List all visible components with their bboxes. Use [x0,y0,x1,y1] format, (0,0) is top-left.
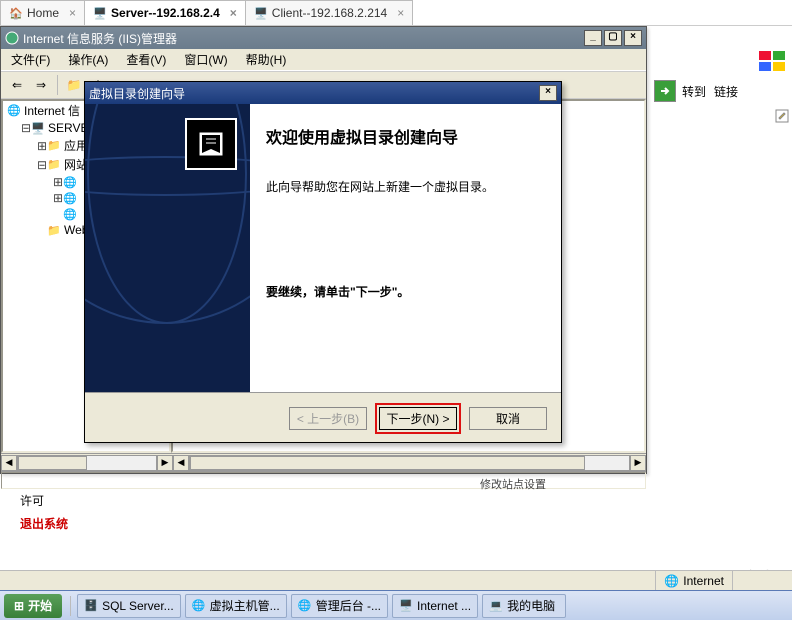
folder-icon: 📁 [47,158,61,172]
tab-label: Home [27,6,59,20]
start-button[interactable]: ⊞ 开始 [4,594,62,618]
wizard-title-text: 虚拟目录创建向导 [89,85,185,102]
folder-icon: 📁 [47,139,61,153]
server-node-icon: 🖥️ [31,121,45,135]
windows-logo-icon: ⊞ [14,599,24,613]
scroll-thumb[interactable] [190,456,585,470]
task-vhost[interactable]: 🌐虚拟主机管... [185,594,287,618]
iis-statusbar [1,471,646,489]
bg-sidebar-links: 许可 退出系统 [20,492,68,538]
windows-taskbar: ⊞ 开始 🗄️SQL Server... 🌐虚拟主机管... 🌐管理后台 -..… [0,590,792,620]
tab-server[interactable]: 🖥️ Server--192.168.2.4 × [85,0,246,25]
wizard-close-button[interactable]: × [539,85,557,101]
browser-tabstrip: 🏠 Home × 🖥️ Server--192.168.2.4 × 🖥️ Cli… [0,0,792,26]
expand-icon[interactable]: ⊞ [53,175,63,189]
client-icon: 🖥️ [254,6,268,20]
book-icon [185,118,237,170]
forward-button[interactable]: ⇒ [31,75,51,95]
links-label: 链接 [710,83,742,100]
globe-icon: 🌐 [63,207,77,221]
scroll-track[interactable] [17,455,157,471]
scroll-right-button[interactable]: ▶ [157,455,173,471]
go-button[interactable] [654,80,676,102]
computer-icon: 💻 [489,599,503,613]
ie-statusbar: 🌐 Internet [0,570,792,590]
wizard-button-row: < 上一步(B) 下一步(N) > 取消 [85,393,561,443]
status-spacer [732,571,792,590]
wizard-description: 此向导帮助您在网站上新建一个虚拟目录。 [266,178,545,197]
h-scrollbar-left: ◀ ▶ ◀ ▶ [1,453,646,471]
iis-menubar: 文件(F) 操作(A) 查看(V) 窗口(W) 帮助(H) [1,49,646,71]
link-exit[interactable]: 退出系统 [20,515,68,532]
menu-view[interactable]: 查看(V) [122,51,170,68]
wizard-content: 欢迎使用虚拟目录创建向导 此向导帮助您在网站上新建一个虚拟目录。 要继续，请单击… [250,104,561,392]
cancel-button[interactable]: 取消 [469,407,547,430]
zone-indicator: 🌐 Internet [655,571,732,590]
expand-icon[interactable]: ⊞ [53,191,63,205]
globe-icon: 🌐 [63,191,77,205]
tab-close-icon[interactable]: × [69,6,76,20]
tab-label: Server--192.168.2.4 [111,6,220,20]
scroll-right-button[interactable]: ▶ [630,455,646,471]
up-button[interactable]: 📁 [64,75,84,95]
iis-icon [5,31,19,45]
iis-title-text: Internet 信息服务 (IIS)管理器 [23,30,177,47]
folder-icon: 📁 [47,223,61,237]
scroll-left-button[interactable]: ◀ [173,455,189,471]
tab-close-icon[interactable]: × [397,6,404,20]
close-button[interactable]: × [624,30,642,46]
ie-icon: 🌐 [192,599,206,613]
iis-titlebar: Internet 信息服务 (IIS)管理器 _ ▢ × [1,27,646,49]
menu-action[interactable]: 操作(A) [64,51,112,68]
separator [70,596,71,616]
scroll-thumb[interactable] [18,456,87,470]
wizard-continue-text: 要继续，请单击"下一步"。 [266,283,545,302]
maximize-button[interactable]: ▢ [604,30,622,46]
server-icon: 🖥️ [93,6,107,20]
ie-icon: 🌐 [298,599,312,613]
scroll-track[interactable] [189,455,630,471]
separator [57,75,58,95]
menu-window[interactable]: 窗口(W) [180,51,231,68]
sql-icon: 🗄️ [84,599,98,613]
wizard-titlebar: 虚拟目录创建向导 × [85,82,561,104]
expand-icon[interactable]: ⊞ [37,139,47,153]
scroll-left-button[interactable]: ◀ [1,455,17,471]
bg-ie-toolbar: 转到 链接 [652,78,792,104]
next-button[interactable]: 下一步(N) > [379,407,457,430]
back-button[interactable]: ⇐ [7,75,27,95]
tab-client[interactable]: 🖥️ Client--192.168.2.214 × [246,0,413,25]
minimize-button[interactable]: _ [584,30,602,46]
windows-flag-icon [758,50,788,74]
edit-icon[interactable] [774,108,790,124]
menu-file[interactable]: 文件(F) [7,51,54,68]
wizard-banner [85,104,250,392]
task-iis[interactable]: 🖥️Internet ... [392,594,478,618]
internet-zone-icon: 🌐 [664,574,679,588]
collapse-icon[interactable]: ⊟ [37,158,47,172]
task-admin[interactable]: 🌐管理后台 -... [291,594,388,618]
tab-close-icon[interactable]: × [230,6,237,20]
tab-label: Client--192.168.2.214 [272,6,387,20]
home-icon: 🏠 [9,6,23,20]
task-mycomputer[interactable]: 💻我的电脑 [482,594,566,618]
link-permit[interactable]: 许可 [20,492,68,509]
task-sqlserver[interactable]: 🗄️SQL Server... [77,594,181,618]
iis-task-icon: 🖥️ [399,599,413,613]
back-button: < 上一步(B) [289,407,367,430]
next-button-highlight: 下一步(N) > [375,403,461,434]
globe-icon: 🌐 [63,175,77,189]
menu-help[interactable]: 帮助(H) [242,51,291,68]
go-label: 转到 [678,83,710,100]
bg-text-fragment: 修改站点设置 [480,476,546,492]
collapse-icon[interactable]: ⊟ [21,121,31,135]
tab-home[interactable]: 🏠 Home × [0,0,85,25]
wizard-heading: 欢迎使用虚拟目录创建向导 [266,124,545,148]
virtual-directory-wizard: 虚拟目录创建向导 × 欢迎使用虚拟目录创建向导 此向导帮助您在网站上新建一个虚拟… [84,81,562,443]
internet-icon: 🌐 [7,104,21,118]
